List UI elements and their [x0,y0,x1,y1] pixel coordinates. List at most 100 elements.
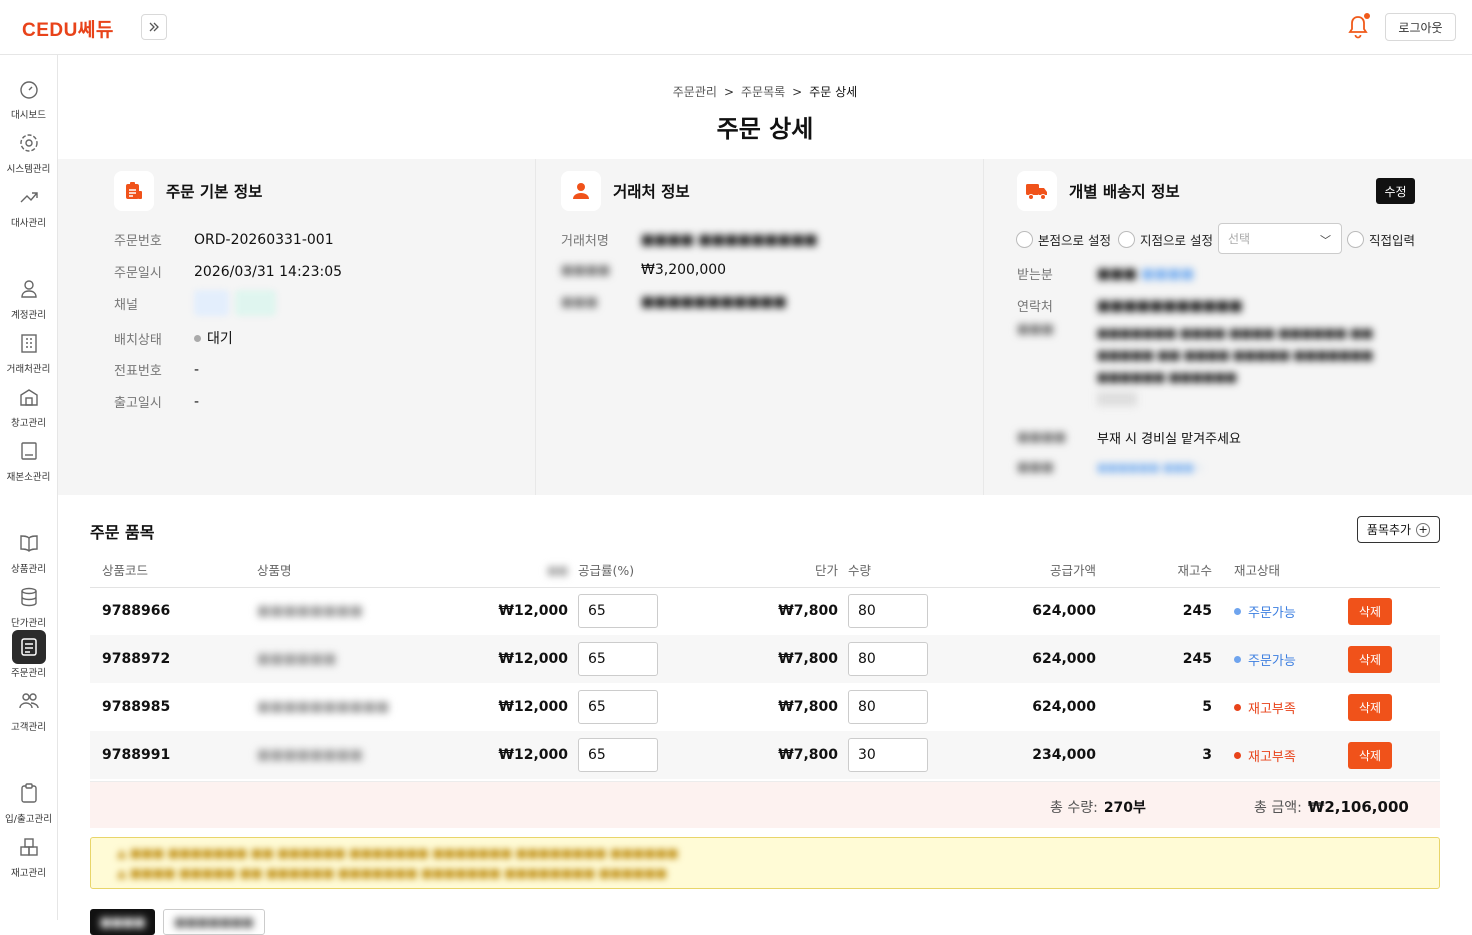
receiver-phone: ■■■■■■■■■■■ [1097,297,1243,314]
open-book-icon [19,535,38,552]
supply-rate-cell: 65 [578,731,680,779]
sidebar-item-system[interactable]: 시스템관리 [0,126,57,180]
delete-button[interactable]: 삭제 [1348,597,1392,625]
field-label: 출고일시 [114,396,162,411]
supply-amount: 624,000 [1032,603,1096,620]
sidebar-item-label: 계정관리 [11,310,46,321]
action-cell: 삭제 [1314,683,1440,731]
breadcrumb-item[interactable]: 주문목록 [741,85,785,99]
shipping-info-panel: 개별 배송지 정보 수정 본점으로 설정 지점으로 설정 선택 ﹀ 직접입력 받는… [985,159,1472,495]
sidebar-item-label: 거래처관리 [6,364,51,375]
table-row: 9788966 ■■■■■■■■ ₩12,000 65 ₩7,800 80 62… [90,587,1440,635]
table-row: 9788985 ■■■■■■■■■■ ₩12,000 65 ₩7,800 80 … [90,683,1440,731]
stock-count: 5 [1202,699,1212,715]
sidebar-item-inout[interactable]: 입/출고관리 [0,776,57,830]
supply-rate-input[interactable]: 65 [578,594,658,629]
order-datetime: 2026/03/31 14:23:05 [194,263,343,280]
tracking-link[interactable]: ■■■■■■ ■■■ › [1097,461,1202,474]
product-name: ■■■■■■■■■■ [257,699,390,715]
delete-button[interactable]: 삭제 [1348,693,1392,721]
total-quantity: 총 수량: 270부 [1050,800,1146,816]
supply-rate-cell: 65 [578,587,680,635]
shipped-datetime: - [194,393,200,410]
action-cell: 삭제 [1314,587,1440,635]
sidebar-item-products[interactable]: 상품관리 [0,526,57,580]
main-content: 주문관리 > 주문목록 > 주문 상세 주문 상세 주문 기본 정보 주문번호 ORD-2… [58,55,1472,935]
sidebar-item-warehouse[interactable]: 창고관리 [0,380,57,434]
truck-icon [1017,171,1057,211]
sidebar-item-dashboard[interactable]: 대시보드 [0,72,57,126]
sidebar-item-label: 대사관리 [11,218,46,229]
quantity-input[interactable]: 80 [848,642,928,676]
sidebar-item-orders[interactable]: 주문관리 [0,630,57,684]
sidebar-item-reconcile[interactable]: 대사관리 [0,180,57,234]
field-label: ■■■ [1017,460,1054,475]
sidebar-item-clients[interactable]: 거래처관리 [0,326,57,380]
sidebar-item-customers[interactable]: 고객관리 [0,684,57,738]
sidebar-item-binding[interactable]: 재본소관리 [0,434,57,488]
stock-status: 주문가능 [1234,635,1314,683]
panel-title: 주문 기본 정보 [166,183,263,201]
quantity-input[interactable]: 80 [848,690,928,724]
page-title: 주문 상세 [716,115,814,143]
breadcrumb-current: 주문 상세 [809,85,858,99]
field-label: 주문번호 [114,234,162,249]
stock-status: 재고부족 [1234,683,1314,731]
channel-tags [194,290,282,316]
stock-warning-box: ▲ ■■■ ■■■■■■■ ■■ ■■■■■■ ■■■■■■■ ■■■■■■■ … [90,837,1440,889]
quantity-input[interactable]: 80 [848,594,928,629]
basic-info-panel: 주문 기본 정보 주문번호 ORD-20260331-001 주문일시 2026/0… [58,159,536,495]
radio-main-office[interactable]: 본점으로 설정 [1016,230,1111,249]
supply-rate-input[interactable]: 65 [578,738,658,772]
sidebar-item-pricing[interactable]: 단가관리 [0,580,57,634]
delivery-note: 부재 시 경비실 맡겨주세요 [1097,432,1241,447]
field-label: 연락처 [1017,300,1053,315]
list-price: ₩12,000 [417,731,578,779]
sidebar-item-inventory[interactable]: 재고관리 [0,830,57,884]
person-icon [561,171,601,211]
sidebar-item-accounts[interactable]: 계정관리 [0,272,57,326]
branch-select[interactable]: 선택 ﹀ [1218,223,1342,254]
table-header-row: 상품코드 상품명 ■■ 공급률(%) 단가 수량 공급가액 재고수 재고상태 [90,553,1440,588]
supply-rate-input[interactable]: 65 [578,690,658,724]
column-header: 수량 [848,553,950,588]
logo[interactable]: CEDU쎄듀 [22,15,114,42]
field-label: 받는분 [1017,268,1053,283]
primary-action-button[interactable]: ■■■■ [90,909,156,935]
panel-title: 개별 배송지 정보 [1069,183,1180,201]
list-price: ₩12,000 [498,699,568,715]
client-phone: ■■■■■■■■■■■ [641,294,787,310]
quantity-cell: 30 [848,731,950,779]
delete-button[interactable]: 삭제 [1348,645,1392,673]
secondary-action-button[interactable]: ■■■■■■■ [163,909,265,935]
logout-button[interactable]: 로그아웃 [1385,13,1456,41]
building-icon [20,334,37,353]
radio-branch[interactable]: 지점으로 설정 [1118,230,1213,249]
breadcrumb-item[interactable]: 주문관리 [673,85,717,99]
delete-button[interactable]: 삭제 [1348,741,1392,769]
unit-price: ₩7,800 [680,731,848,779]
column-header: 상품명 [257,553,417,588]
field-label: 주문일시 [114,266,162,281]
expand-sidebar-button[interactable] [141,14,167,40]
quantity-input[interactable]: 30 [848,738,928,772]
column-header: 공급률(%) [578,553,680,588]
supply-rate-cell: 65 [578,635,680,683]
stock-count: 245 [1182,603,1212,620]
user-icon [20,280,37,298]
column-header: 공급가액 [950,553,1114,588]
add-item-button[interactable]: 품목추가 + [1357,516,1440,543]
supply-rate-input[interactable]: 65 [578,642,658,676]
unit-price: ₩7,800 [778,699,838,715]
product-name: ■■■■■■■■ [257,603,363,620]
radio-direct-input[interactable]: 직접입력 [1347,230,1415,249]
stock-count: 245 [1114,635,1234,683]
sidebar-item-label: 상품관리 [11,564,46,575]
order-number: ORD-20260331-001 [194,231,334,248]
product-code: 9788991 [90,731,257,779]
edit-shipping-button[interactable]: 수정 [1376,178,1415,204]
field-label: ■■■■ [561,262,611,278]
field-label: 거래처명 [561,234,609,249]
list-price: ₩12,000 [417,635,578,683]
action-cell: 삭제 [1314,731,1440,779]
